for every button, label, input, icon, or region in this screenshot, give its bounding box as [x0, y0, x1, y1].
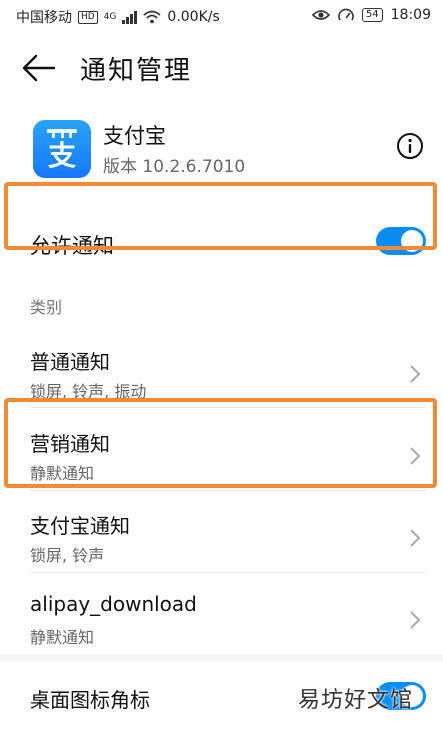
- carrier-label: 中国移动: [16, 10, 72, 26]
- network-type: 4G: [103, 12, 117, 22]
- category-subtitle: 锁屏, 铃声, 振动: [30, 382, 147, 401]
- chevron-right-icon: [410, 447, 421, 465]
- category-item[interactable]: 支付宝通知 锁屏, 铃声: [0, 498, 443, 580]
- category-title: alipay_download: [30, 592, 197, 616]
- chevron-right-icon: [410, 529, 421, 547]
- arrow-left-icon: [22, 54, 56, 82]
- category-item[interactable]: 营销通知 静默通知: [0, 416, 443, 498]
- app-info-row: 支 支付宝 版本 10.2.6.7010: [0, 102, 443, 200]
- signal-icon: [122, 10, 138, 24]
- wifi-icon: [143, 10, 161, 24]
- divider: [30, 490, 426, 491]
- category-item[interactable]: 普通通知 锁屏, 铃声, 振动: [0, 334, 443, 416]
- alipay-app-icon: 支: [33, 120, 91, 178]
- categories-card: 类别 普通通知 锁屏, 铃声, 振动 营销通知 静默通知 支付宝通知 锁屏, 铃…: [0, 258, 443, 654]
- category-title: 普通通知: [30, 350, 110, 374]
- info-icon: [397, 133, 423, 159]
- status-bar: 中国移动 HD 4G 0.00K/s 54 18:09: [0, 0, 443, 34]
- desktop-badge-label: 桌面图标角标: [30, 688, 150, 712]
- app-version: 版本 10.2.6.7010: [103, 157, 246, 177]
- divider: [30, 407, 426, 408]
- network-speed: 0.00K/s: [167, 9, 220, 25]
- watermark: 易坊好文馆: [298, 688, 414, 713]
- category-subtitle: 静默通知: [30, 464, 95, 483]
- divider: [30, 572, 426, 573]
- chevron-right-icon: [410, 611, 421, 629]
- info-button[interactable]: [396, 132, 424, 160]
- back-button[interactable]: [20, 50, 60, 86]
- allow-notifications-label: 允许通知: [30, 234, 114, 258]
- status-right: 54 18:09: [311, 7, 431, 23]
- category-subtitle: 静默通知: [30, 628, 95, 647]
- category-title: 营销通知: [30, 432, 110, 456]
- category-item[interactable]: alipay_download 静默通知: [0, 580, 443, 662]
- toggle-knob: [401, 230, 423, 252]
- allow-notifications-toggle[interactable]: [376, 227, 426, 255]
- hd-icon: HD: [78, 10, 98, 24]
- page-title: 通知管理: [80, 56, 193, 86]
- speedometer-icon: [338, 8, 354, 21]
- app-icon-glyph: 支: [48, 139, 76, 172]
- app-name: 支付宝: [103, 124, 166, 148]
- eye-icon: [311, 10, 330, 20]
- category-title: 支付宝通知: [30, 514, 130, 538]
- chevron-right-icon: [410, 365, 421, 383]
- battery-icon: 54: [361, 8, 383, 22]
- categories-section-label: 类别: [30, 298, 63, 317]
- alipay-logo-icon: 支: [47, 129, 77, 172]
- header: 通知管理: [0, 34, 443, 102]
- status-left: 中国移动 HD 4G 0.00K/s: [16, 7, 220, 27]
- category-subtitle: 锁屏, 铃声: [30, 546, 105, 565]
- clock: 18:09: [390, 7, 431, 23]
